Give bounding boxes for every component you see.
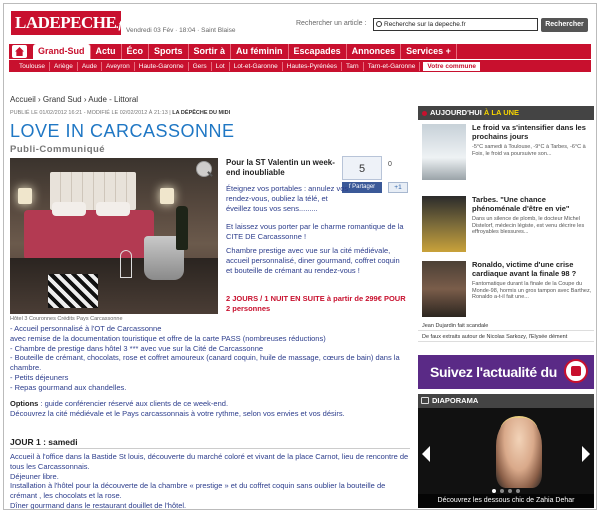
subnav-item[interactable]: Haute-Garonne bbox=[135, 61, 189, 71]
share-count: 5 bbox=[342, 156, 382, 180]
article-offer: 2 JOURS / 1 NUIT EN SUITE à partir de 29… bbox=[226, 294, 406, 313]
logo-text: LADEPECHE bbox=[15, 13, 117, 32]
header-prefix: AUJOURD'HUI bbox=[430, 108, 482, 117]
news-text: Dans un silence de plomb, le docteur Mic… bbox=[472, 216, 585, 235]
brand-logo-icon bbox=[564, 359, 588, 383]
article-paragraph: Chambre prestige avec vue sur la cité mé… bbox=[226, 246, 400, 275]
meta-published: PUBLIÉ LE 01/02/2012 16:21 - MODIFIÉ LE … bbox=[10, 110, 168, 116]
subnav-item[interactable]: Toulouse bbox=[15, 61, 51, 71]
subnav-item[interactable]: Lot bbox=[212, 61, 230, 71]
browser-page: LADEPECHE.fr Vendredi 03 Fév · 18:04 · S… bbox=[3, 3, 597, 510]
search-label: Rechercher un article : bbox=[296, 20, 367, 27]
article-meta: PUBLIÉ LE 01/02/2012 16:21 - MODIFIÉ LE … bbox=[10, 110, 231, 116]
news-title[interactable]: Le froid va s'intensifier dans les proch… bbox=[472, 123, 592, 141]
gplus-button[interactable]: +1 bbox=[388, 182, 408, 193]
article-subtitle: Publi-Communiqué bbox=[10, 144, 106, 155]
nav-grand-sud[interactable]: Grand-Sud bbox=[33, 44, 91, 59]
photo-caption: Hôtel 3 Couronnes Crédits Pays Carcasson… bbox=[10, 316, 123, 322]
article-paragraph: Éteignez vos portables : annulez vos ren… bbox=[226, 184, 349, 213]
news-thumbnail[interactable] bbox=[422, 261, 466, 317]
breadcrumb[interactable]: Accueil › Grand Sud › Aude - Littoral bbox=[10, 95, 138, 104]
subnav-item[interactable]: Ariège bbox=[50, 61, 78, 71]
day-heading: JOUR 1 : samedi bbox=[10, 437, 78, 447]
news-text: -5°C samedi à Toulouse, -9°C à Tarbes, -… bbox=[472, 144, 586, 157]
diaporama-caption[interactable]: Découvrez les dessous chic de Zahia Deha… bbox=[418, 494, 594, 508]
article-options: Options : guide conférencier réservé aux… bbox=[10, 399, 410, 419]
a-la-une-header: AUJOURD'HUI À LA UNE bbox=[418, 106, 594, 120]
news-title[interactable]: Tarbes. "Une chance phénoménale d'être e… bbox=[472, 195, 592, 213]
sub-nav: Toulouse Ariège Aude Aveyron Haute-Garon… bbox=[9, 59, 591, 72]
follow-banner[interactable]: Suivez l'actualité du bbox=[418, 355, 594, 389]
subnav-item[interactable]: Gers bbox=[189, 61, 212, 71]
news-item[interactable]: Le froid va s'intensifier dans les proch… bbox=[422, 123, 594, 184]
site-logo[interactable]: LADEPECHE.fr bbox=[11, 11, 126, 35]
logo-suffix: .fr bbox=[116, 19, 126, 31]
subnav-item[interactable]: Tarn-et-Garonne bbox=[364, 61, 421, 71]
header-une: À LA UNE bbox=[483, 108, 520, 117]
options-text: : guide conférencier réservé aux clients… bbox=[10, 399, 345, 418]
diaporama-title: DIAPORAMA bbox=[432, 396, 479, 405]
nav-eco[interactable]: Éco bbox=[122, 44, 150, 59]
nav-escapades[interactable]: Escapades bbox=[289, 44, 347, 59]
bullet-icon bbox=[422, 111, 427, 116]
subnav-item[interactable]: Aveyron bbox=[102, 61, 135, 71]
camera-icon bbox=[421, 397, 429, 404]
meta-source: LA DÉPÊCHE DU MIDI bbox=[172, 110, 231, 116]
share-widget: 5 f Partager 0 +1 bbox=[342, 156, 416, 194]
diaporama-slide[interactable]: Découvrez les dessous chic de Zahia Deha… bbox=[418, 408, 594, 508]
subnav-item[interactable]: Hautes-Pyrénées bbox=[283, 61, 343, 71]
sidebar-links: Jean Dujardin fait scandale De faux extr… bbox=[418, 320, 594, 342]
article-title: LOVE IN CARCASSONNE bbox=[10, 121, 235, 141]
subnav-item[interactable]: Aude bbox=[78, 61, 103, 71]
article-lead: Pour la ST Valentin un week-end inoublia… bbox=[226, 158, 335, 177]
news-text: Fantomatique durant la finale de la Coup… bbox=[472, 281, 592, 300]
nav-sports[interactable]: Sports bbox=[149, 44, 189, 59]
article-photo[interactable] bbox=[10, 158, 218, 314]
site-header: LADEPECHE.fr Vendredi 03 Fév · 18:04 · S… bbox=[4, 4, 596, 42]
nav-services[interactable]: Services + bbox=[401, 44, 457, 59]
gplus-count: 0 bbox=[388, 161, 392, 168]
article-paragraph: Et laissez vous porter par le charme rom… bbox=[226, 222, 404, 241]
search-value: Recherche sur la depeche.fr bbox=[384, 21, 466, 28]
options-label: Options bbox=[10, 399, 39, 408]
prev-arrow-icon[interactable] bbox=[422, 446, 430, 462]
search-input[interactable]: Recherche sur la depeche.fr bbox=[373, 18, 538, 31]
nav-au-feminin[interactable]: Au féminin bbox=[231, 44, 289, 59]
main-nav: Grand-Sud Actu Éco Sports Sortir à Au fé… bbox=[9, 44, 591, 59]
nav-actu[interactable]: Actu bbox=[91, 44, 122, 59]
news-thumbnail[interactable] bbox=[422, 196, 466, 252]
zoom-icon[interactable] bbox=[196, 161, 212, 177]
nav-sortir[interactable]: Sortir à bbox=[189, 44, 232, 59]
diaporama-header: DIAPORAMA bbox=[418, 394, 594, 408]
news-item[interactable]: Ronaldo, victime d'une crise cardiaque a… bbox=[422, 260, 594, 321]
news-item[interactable]: Tarbes. "Une chance phénoménale d'être e… bbox=[422, 195, 594, 256]
subnav-item[interactable]: Lot-et-Garonne bbox=[230, 61, 283, 71]
search-button[interactable]: Rechercher bbox=[541, 18, 588, 32]
news-thumbnail[interactable] bbox=[422, 124, 466, 180]
divider bbox=[10, 448, 410, 449]
home-icon[interactable] bbox=[12, 45, 27, 58]
subnav-item[interactable]: Tarn bbox=[342, 61, 364, 71]
article-list: - Accueil personnalisé à l'OT de Carcass… bbox=[10, 324, 400, 392]
news-title[interactable]: Ronaldo, victime d'une crise cardiaque a… bbox=[472, 260, 592, 278]
banner-text: Suivez l'actualité du bbox=[430, 364, 557, 380]
sidebar-link[interactable]: De faux extraits autour de Nicolas Sarko… bbox=[418, 331, 594, 342]
slide-dots bbox=[418, 486, 594, 494]
day-text: Accueil à l'office dans la Bastide St lo… bbox=[10, 452, 409, 510]
nav-annonces[interactable]: Annonces bbox=[347, 44, 402, 59]
date-line: Vendredi 03 Fév · 18:04 · Saint Blaise bbox=[126, 27, 236, 34]
sidebar-link[interactable]: Jean Dujardin fait scandale bbox=[418, 320, 594, 331]
search-icon bbox=[376, 21, 382, 27]
facebook-share-label: Partager bbox=[352, 184, 376, 190]
votre-commune-button[interactable]: Votre commune bbox=[423, 61, 481, 71]
next-arrow-icon[interactable] bbox=[582, 446, 590, 462]
